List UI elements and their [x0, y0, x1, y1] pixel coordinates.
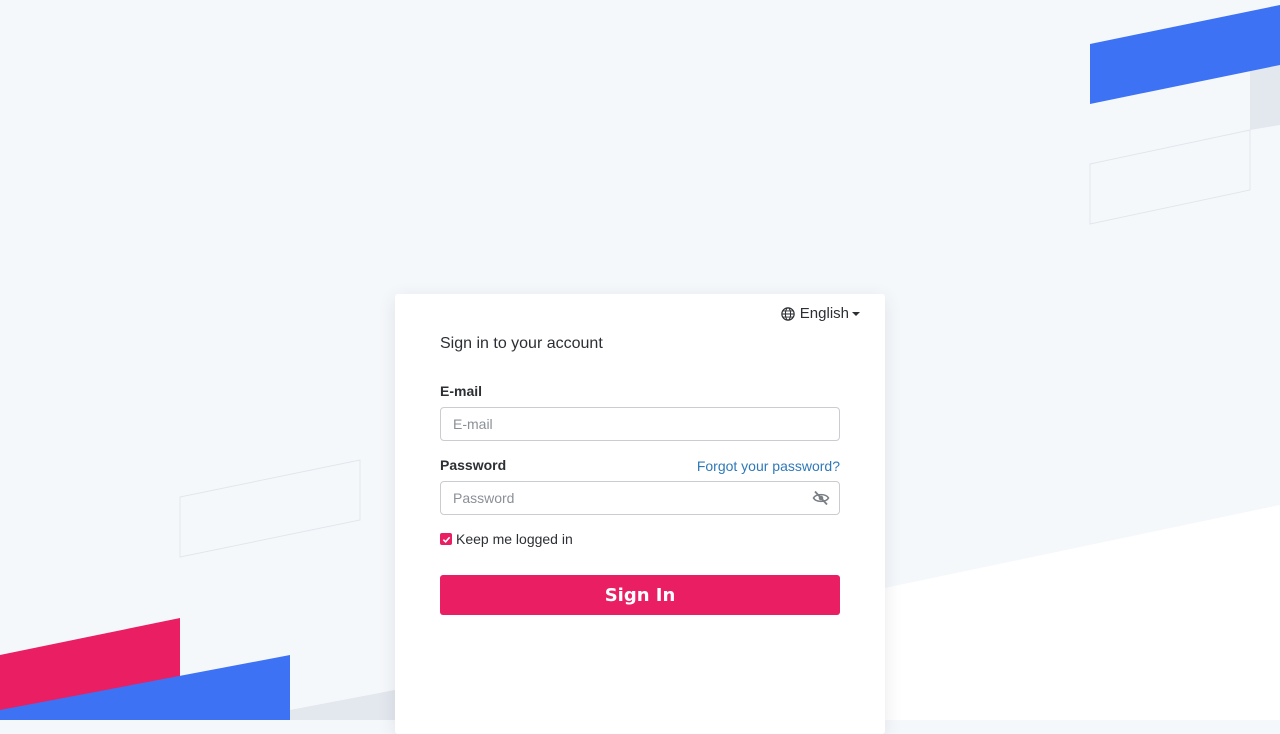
bg-grey-slant-left: [290, 690, 395, 720]
login-card: English Sign in to your account E-mail P…: [395, 294, 885, 734]
page-title: Sign in to your account: [440, 335, 603, 352]
forgot-password-link[interactable]: Forgot your password?: [697, 458, 840, 474]
keep-logged-in-checkbox[interactable]: [440, 533, 452, 545]
keep-logged-in-label: Keep me logged in: [456, 531, 573, 547]
password-label: Password: [440, 457, 507, 473]
bg-white-slant: [885, 505, 1280, 720]
email-field[interactable]: [440, 407, 840, 441]
bg-outline-parallelogram-left: [179, 459, 361, 558]
password-field[interactable]: [440, 481, 840, 515]
globe-icon: [781, 306, 795, 321]
language-selector[interactable]: English: [781, 305, 860, 322]
sign-in-button[interactable]: Sign In: [440, 575, 840, 615]
keep-logged-in: Keep me logged in: [440, 531, 573, 547]
language-label: English: [799, 305, 849, 322]
chevron-down-icon: [852, 311, 860, 316]
email-label: E-mail: [440, 383, 483, 399]
check-icon: [442, 536, 450, 543]
bg-outline-parallelogram-right: [1089, 129, 1251, 225]
eye-slash-icon[interactable]: [812, 490, 830, 506]
